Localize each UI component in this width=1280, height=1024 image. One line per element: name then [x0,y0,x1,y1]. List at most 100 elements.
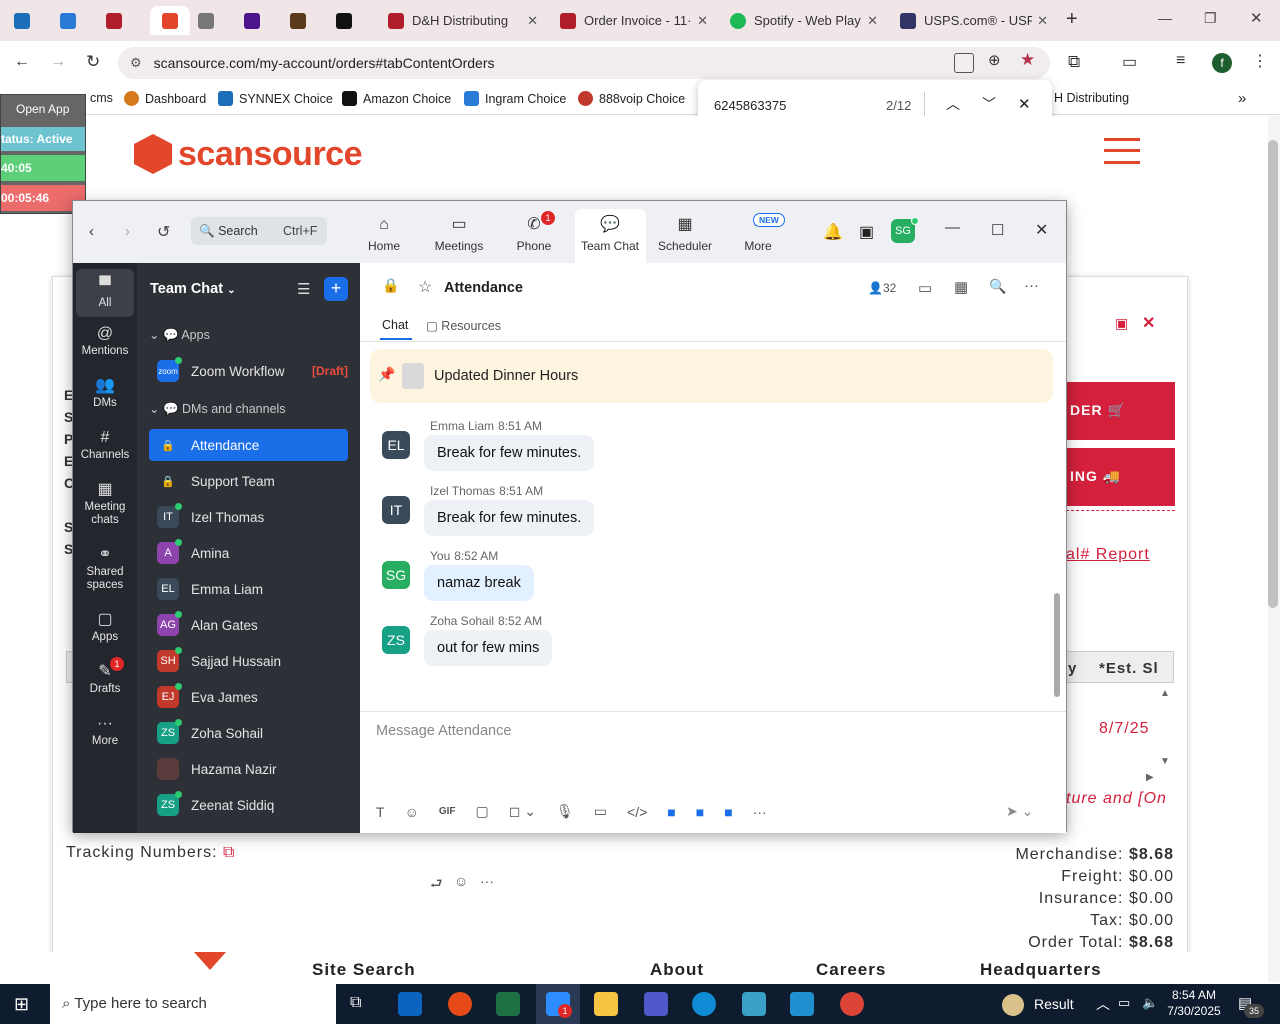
order-button[interactable]: DER 🛒 [1066,382,1175,440]
tab-team-chat[interactable]: 💬 Team Chat [575,215,645,253]
sidebar-item-emma-liam[interactable]: EL Emma Liam [149,573,348,605]
emoji-icon[interactable]: ☺ [405,804,419,820]
taskbar-search[interactable]: ⌕ Type here to search [50,984,336,1024]
excel-icon[interactable] [496,992,520,1016]
close-icon[interactable]: ✕ [867,13,878,29]
scrollbar-thumb[interactable] [1268,140,1278,608]
tab-home[interactable]: ⌂ Home [349,215,419,253]
emoji-react-icon[interactable]: ☺ [454,873,468,889]
tab-usps[interactable]: USPS.com® - USP ✕ [892,6,1058,35]
reload-button[interactable]: ↻ [86,52,100,72]
windows-start-icon[interactable]: ⊞ [14,994,29,1015]
network-icon[interactable]: ▭ [1118,995,1130,1011]
weather-text[interactable]: Result [1034,996,1074,1012]
tab-scansource[interactable] [150,6,190,35]
sidebar-item-zeenat-siddiq[interactable]: ZS Zeenat Siddiq [149,789,348,821]
rail-meeting-chats[interactable]: ▦ Meeting chats [76,479,134,527]
file-icon[interactable]: ▢ [476,803,489,820]
restore-button[interactable]: ❐ [1204,10,1217,27]
send-icon[interactable]: ➤ ⌄ [1006,803,1033,820]
app-icon[interactable] [790,992,814,1016]
chrome-icon[interactable] [840,992,864,1016]
star-icon[interactable]: ★ [1020,50,1035,70]
find-icon[interactable] [954,53,974,73]
sidebar-item-alan-gates[interactable]: AG Alan Gates [149,609,348,641]
sidebar-item-amina[interactable]: A Amina [149,537,348,569]
rail-apps[interactable]: ▢ Apps [76,609,134,644]
bookmark-dh[interactable]: H Distributing [1054,91,1129,105]
site-info-icon[interactable]: ⚙ [130,55,142,71]
rail-drafts[interactable]: ✎ Drafts 1 [76,657,134,696]
sidebar-item-eva-james[interactable]: EJ Eva James [149,681,348,713]
footer-link[interactable]: About [650,960,704,980]
footer-link[interactable]: Site Search [312,960,416,980]
section-apps[interactable]: ⌄ 💬 Apps [149,327,210,343]
tab-dh-distributing[interactable]: D&H Distributing ✕ [380,6,548,35]
cast-icon[interactable]: ▭ [1122,52,1137,72]
search-icon[interactable]: 🔍 [989,278,1006,295]
new-tab-button[interactable]: + [1066,8,1078,31]
bookmark-ingram[interactable]: Ingram Choice [464,91,566,106]
more-icon[interactable]: ··· [1024,277,1039,294]
tab-phone[interactable]: ✆ Phone 1 [499,211,569,253]
channel-title[interactable]: Attendance [444,280,523,296]
sidebar-item-zoom-workflow[interactable]: zoom Zoom Workflow [Draft] [149,355,348,387]
footer-link[interactable]: Careers [816,960,886,980]
tab-ec[interactable] [14,6,50,35]
rail-mentions[interactable]: @ Mentions [76,323,134,358]
sidebar-title[interactable]: Team Chat ⌄ [150,281,235,297]
tab-ups[interactable] [290,6,326,35]
sidebar-item-hazama-nazir[interactable]: Hazama Nazir [149,753,348,785]
media-icon[interactable]: ≡ [1176,52,1185,70]
tab-dh[interactable] [106,6,142,35]
chevron-down-icon[interactable]: ﹀ [982,94,996,114]
weather-icon[interactable] [1002,994,1024,1016]
tab-chat[interactable]: Chat [382,318,408,332]
gif-icon[interactable]: GIF [439,806,456,817]
sidebar-item-support-team[interactable]: 🔒 Support Team [149,465,348,497]
avatar[interactable]: IT [382,496,410,524]
message-bubble[interactable]: namaz break [424,565,534,601]
video-message-icon[interactable]: ▭ [594,803,607,820]
forward-button[interactable]: › [125,223,130,240]
forward-button[interactable]: → [50,53,66,71]
rail-shared-spaces[interactable]: ⚭ Shared spaces [76,544,134,592]
tab-ingram[interactable] [60,6,96,35]
edge-icon[interactable] [692,992,716,1016]
text-format-icon[interactable]: T [376,804,385,820]
screenshot-icon[interactable]: ◻ ⌄ [509,803,536,820]
report-link[interactable]: al# Report [1066,546,1150,564]
tab-spotify[interactable]: Spotify - Web Play ✕ [722,6,888,35]
sender-name[interactable]: Emma Liam [430,419,494,433]
calendar-icon[interactable]: ▦ [954,278,968,296]
extensions-icon[interactable]: ⧉ [1068,52,1080,72]
terms-link[interactable]: ture and [On [1066,790,1167,808]
chevron-right-icon[interactable]: » [1238,90,1246,107]
task-view-icon[interactable]: ⧉ [350,994,361,1012]
tab-amazon[interactable] [336,6,372,35]
zoom-search-box[interactable]: 🔍 Search Ctrl+F [191,217,327,245]
rail-more[interactable]: ··· More [76,713,134,748]
calendar-icon[interactable]: ▣ [859,222,874,242]
close-icon[interactable]: ✕ [1018,95,1031,113]
minimize-button[interactable]: — [1158,10,1172,26]
close-window-button[interactable]: ✕ [1250,9,1263,27]
close-button[interactable]: ✕ [1035,220,1048,240]
new-chat-button[interactable]: + [324,277,348,301]
open-app-button[interactable]: Open App [1,99,85,119]
bell-icon[interactable]: 🔔 [823,222,843,242]
sidebar-item-sajjad-hussain[interactable]: SH Sajjad Hussain [149,645,348,677]
avatar[interactable]: EL [382,431,410,459]
clock[interactable]: 8:54 AM 7/30/2025 [1164,987,1224,1019]
code-icon[interactable]: </> [627,804,647,820]
profile-avatar[interactable]: f [1212,53,1232,73]
bookmark-dashboard[interactable]: Dashboard [124,91,206,106]
close-icon[interactable]: ✕ [527,13,538,29]
minimize-button[interactable]: — [945,219,960,236]
file-explorer-icon[interactable] [594,992,618,1016]
bookmark-amazon[interactable]: Amazon Choice [342,91,451,106]
teams-icon[interactable] [644,992,668,1016]
sidebar-item-attendance[interactable]: 🔒 Attendance [149,429,348,461]
app-icon[interactable] [742,992,766,1016]
microphone-icon[interactable]: 🎙 [556,803,574,820]
